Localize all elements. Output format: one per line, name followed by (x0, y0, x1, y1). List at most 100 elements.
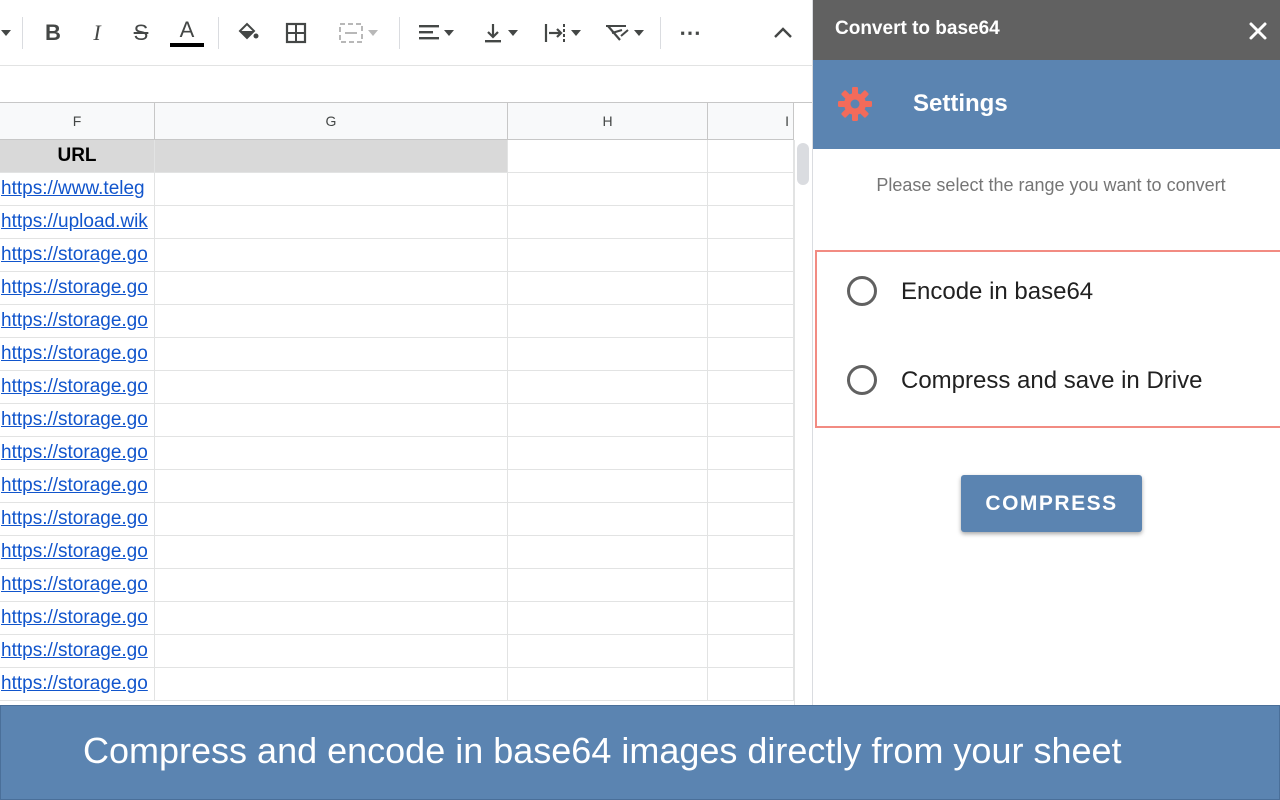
radio-button[interactable] (847, 276, 877, 306)
formula-bar[interactable] (0, 66, 812, 103)
table-cell[interactable] (708, 371, 794, 404)
table-cell[interactable] (708, 437, 794, 470)
scrollbar-thumb[interactable] (797, 143, 809, 185)
url-cell[interactable]: https://storage.go (0, 272, 155, 305)
fill-color-button[interactable] (232, 14, 264, 52)
url-cell[interactable]: https://storage.go (0, 668, 155, 701)
table-cell[interactable] (508, 668, 708, 701)
option-encode-base64[interactable]: Encode in base64 (817, 268, 1277, 312)
url-cell[interactable]: https://storage.go (0, 503, 155, 536)
vertical-align-button[interactable] (474, 14, 526, 52)
url-cell[interactable]: https://storage.go (0, 239, 155, 272)
table-cell[interactable] (508, 173, 708, 206)
vertical-scrollbar[interactable] (794, 140, 812, 705)
strikethrough-button[interactable]: S (124, 14, 158, 52)
formatting-toolbar: B I S A ⋯ (0, 0, 812, 66)
column-header-f[interactable]: F (0, 103, 155, 140)
italic-button[interactable]: I (80, 14, 114, 52)
url-cell[interactable]: https://storage.go (0, 404, 155, 437)
table-cell[interactable] (155, 206, 508, 239)
table-cell[interactable] (708, 503, 794, 536)
table-cell[interactable] (155, 470, 508, 503)
align-bottom-icon (485, 24, 501, 43)
table-cell[interactable] (508, 635, 708, 668)
table-cell[interactable] (155, 272, 508, 305)
url-cell[interactable]: https://storage.go (0, 569, 155, 602)
table-cell[interactable] (508, 569, 708, 602)
table-cell[interactable] (155, 239, 508, 272)
table-cell[interactable] (508, 404, 708, 437)
table-cell[interactable] (708, 338, 794, 371)
font-size-dropdown-caret[interactable] (0, 14, 12, 52)
url-cell[interactable]: https://storage.go (0, 305, 155, 338)
table-cell[interactable] (155, 536, 508, 569)
table-cell[interactable] (708, 305, 794, 338)
table-cell[interactable] (708, 635, 794, 668)
table-cell[interactable] (508, 140, 708, 173)
url-cell[interactable]: https://upload.wik (0, 206, 155, 239)
url-cell[interactable]: https://storage.go (0, 371, 155, 404)
url-cell[interactable]: https://www.teleg (0, 173, 155, 206)
table-cell[interactable] (708, 239, 794, 272)
table-cell[interactable] (508, 239, 708, 272)
table-cell[interactable] (155, 437, 508, 470)
table-cell[interactable] (508, 206, 708, 239)
url-cell[interactable]: https://storage.go (0, 602, 155, 635)
collapse-toolbar-button[interactable] (766, 14, 800, 52)
borders-button[interactable] (280, 14, 312, 52)
table-cell[interactable] (508, 437, 708, 470)
merge-cells-button[interactable] (326, 14, 390, 52)
table-cell[interactable] (708, 602, 794, 635)
table-cell[interactable] (508, 503, 708, 536)
header-cell[interactable] (155, 140, 508, 173)
caption-text: Compress and encode in base64 images dir… (83, 730, 1122, 771)
url-cell[interactable]: https://storage.go (0, 536, 155, 569)
table-cell[interactable] (708, 272, 794, 305)
radio-button[interactable] (847, 365, 877, 395)
table-cell[interactable] (708, 569, 794, 602)
table-cell[interactable] (508, 272, 708, 305)
text-wrap-button[interactable] (536, 14, 588, 52)
compress-button[interactable]: COMPRESS (961, 475, 1142, 532)
text-rotation-button[interactable] (598, 14, 650, 52)
table-cell[interactable] (708, 206, 794, 239)
table-cell[interactable] (155, 569, 508, 602)
table-cell[interactable] (508, 305, 708, 338)
text-color-button[interactable]: A (168, 14, 206, 52)
table-cell[interactable] (708, 470, 794, 503)
table-cell[interactable] (155, 338, 508, 371)
close-button[interactable] (1245, 18, 1271, 44)
table-cell[interactable] (155, 173, 508, 206)
table-cell[interactable] (155, 635, 508, 668)
table-cell[interactable] (155, 305, 508, 338)
table-cell[interactable] (155, 404, 508, 437)
url-cell[interactable]: https://storage.go (0, 635, 155, 668)
table-cell[interactable] (155, 602, 508, 635)
header-cell-url[interactable]: URL (0, 140, 155, 173)
chevron-up-icon (774, 27, 792, 38)
url-cell[interactable]: https://storage.go (0, 338, 155, 371)
table-cell[interactable] (708, 140, 794, 173)
table-cell[interactable] (508, 371, 708, 404)
column-header-g[interactable]: G (155, 103, 508, 140)
more-options-button[interactable]: ⋯ (672, 14, 708, 52)
table-cell[interactable] (508, 536, 708, 569)
table-cell[interactable] (155, 668, 508, 701)
table-cell[interactable] (708, 173, 794, 206)
table-cell[interactable] (708, 536, 794, 569)
column-header-h[interactable]: H (508, 103, 708, 140)
table-cell[interactable] (708, 404, 794, 437)
table-cell[interactable] (155, 371, 508, 404)
table-cell[interactable] (508, 338, 708, 371)
url-cell[interactable]: https://storage.go (0, 470, 155, 503)
strikethrough-icon: S (133, 20, 149, 45)
horizontal-align-button[interactable] (410, 14, 462, 52)
table-cell[interactable] (508, 470, 708, 503)
table-cell[interactable] (155, 503, 508, 536)
column-header-i[interactable]: I (708, 103, 794, 140)
url-cell[interactable]: https://storage.go (0, 437, 155, 470)
option-compress-save-drive[interactable]: Compress and save in Drive (817, 357, 1277, 401)
table-cell[interactable] (708, 668, 794, 701)
bold-button[interactable]: B (36, 14, 70, 52)
table-cell[interactable] (508, 602, 708, 635)
